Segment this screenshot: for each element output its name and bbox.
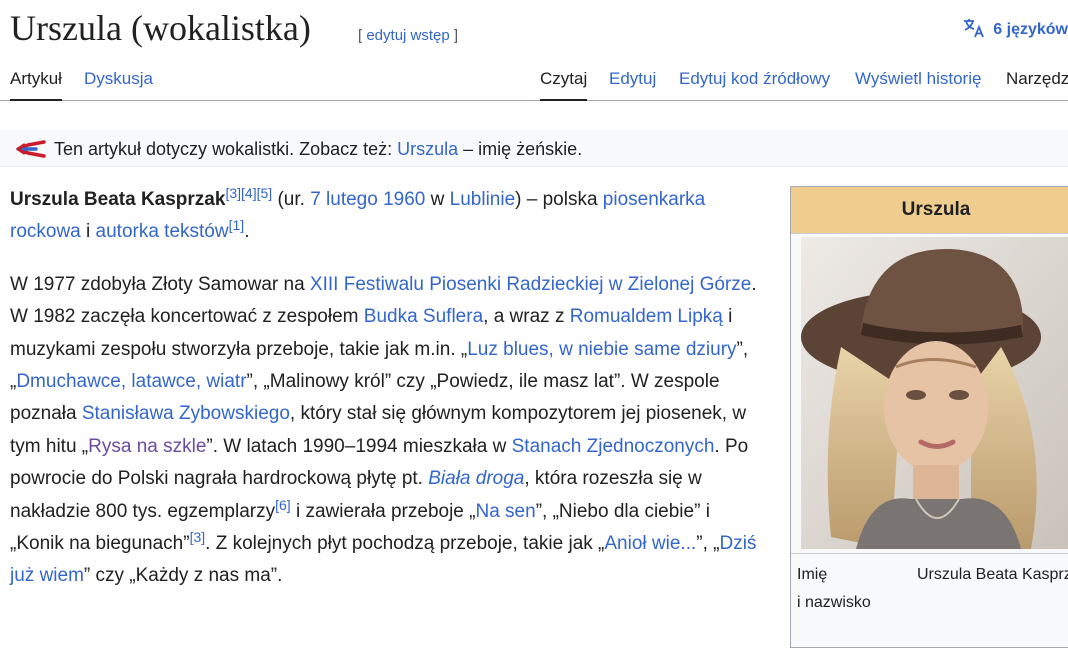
- translate-icon: [964, 19, 985, 38]
- article-body: Urszula Beata Kasprzak[3][4][5] (ur. 7 l…: [10, 184, 768, 613]
- label-line: i nazwisko: [797, 594, 871, 611]
- language-button[interactable]: 6 języków: [963, 18, 1068, 39]
- page-tabs: Artykuł Dyskusja Czytaj Edytuj Edytuj ko…: [0, 56, 1068, 101]
- hatnote-after: – imię żeńskie.: [458, 139, 583, 159]
- language-count: 6 języków: [993, 21, 1068, 38]
- text: . Z kolejnych płyt pochodzą przeboje, ta…: [205, 533, 605, 555]
- ref-link[interactable]: [3]: [190, 529, 206, 545]
- disambiguation-icon: [16, 140, 46, 158]
- bracket-close: ]: [449, 27, 459, 44]
- article-link[interactable]: Stanach Zjednoczonych: [512, 436, 715, 457]
- birth-city-link[interactable]: Lublinie: [450, 189, 516, 210]
- hatnote-before: Ten artykuł dotyczy wokalistki. Zobacz t…: [54, 139, 398, 159]
- text: ” czy „Każdy z nas ma”.: [83, 565, 283, 587]
- tab-history[interactable]: Wyświetl historię: [855, 56, 981, 100]
- article-link[interactable]: Rysa na szkle: [88, 436, 206, 457]
- tab-tools[interactable]: Narzędzia: [1006, 56, 1068, 100]
- ref-link[interactable]: [5]: [257, 185, 273, 201]
- text: w: [425, 189, 450, 210]
- article-link[interactable]: Budka Suflera: [364, 306, 483, 327]
- reference: [6]: [275, 497, 291, 513]
- reference: [3]: [190, 529, 206, 545]
- tab-read[interactable]: Czytaj: [540, 56, 588, 101]
- article-link[interactable]: Na sen: [475, 501, 535, 522]
- title-row: Urszula (wokalistka) [ edytuj wstęp ] 6 …: [10, 0, 1068, 56]
- article-link[interactable]: Luz blues, w niebie same dziury: [467, 339, 736, 360]
- ref-link[interactable]: [6]: [275, 497, 291, 513]
- article-link[interactable]: Stanisława Zybowskiego: [82, 403, 290, 424]
- tab-edit[interactable]: Edytuj: [609, 56, 656, 100]
- edit-intro-section: [ edytuj wstęp ]: [358, 27, 458, 44]
- hatnote-link[interactable]: Urszula: [397, 139, 458, 159]
- hatnote: Ten artykuł dotyczy wokalistki. Zobacz t…: [0, 130, 1068, 167]
- article-link[interactable]: Dmuchawce, latawce, wiatr: [16, 371, 246, 392]
- tab-discussion[interactable]: Dyskusja: [84, 56, 153, 100]
- ref-link[interactable]: [4]: [241, 185, 257, 201]
- text: i zawierała przeboje „: [290, 500, 476, 522]
- text: i: [80, 221, 96, 243]
- ref-link[interactable]: [3]: [225, 185, 241, 201]
- subject-name: Urszula Beata Kasprzak: [10, 189, 226, 210]
- article-link[interactable]: Anioł wie...: [604, 533, 696, 554]
- reference: [3][4][5]: [225, 185, 272, 201]
- birth-date-link[interactable]: 7 lutego 1960: [310, 189, 425, 210]
- album-link[interactable]: Biała droga: [428, 468, 524, 489]
- lyricist-link[interactable]: autorka tekstów: [96, 221, 229, 242]
- text: (ur.: [272, 189, 311, 210]
- infobox-value-name: Urszula Beata Kasprzak: [917, 566, 1068, 583]
- text: .: [244, 221, 250, 243]
- paragraph-2: W 1977 zdobyła Złoty Samowar na XIII Fes…: [10, 269, 768, 593]
- article-link[interactable]: Romualdem Lipką: [570, 306, 723, 327]
- text: ) – polska: [515, 189, 603, 210]
- label-line: Imię: [797, 566, 828, 583]
- article-link[interactable]: XIII Festiwalu Piosenki Radzieckiej w Zi…: [310, 274, 751, 295]
- portrait-photo[interactable]: [801, 237, 1068, 549]
- infobox-label-name: Imię i nazwisko: [797, 561, 871, 617]
- tab-edit-source[interactable]: Edytuj kod źródłowy: [679, 56, 830, 100]
- ref-link[interactable]: [1]: [229, 217, 245, 233]
- text: ”. W latach 1990–1994 mieszkała w: [206, 435, 512, 457]
- edit-intro-link[interactable]: edytuj wstęp: [366, 27, 449, 44]
- page-title: Urszula (wokalistka): [10, 8, 311, 48]
- paragraph-1: Urszula Beata Kasprzak[3][4][5] (ur. 7 l…: [10, 184, 768, 249]
- text: ”, „: [696, 533, 720, 555]
- infobox-title: Urszula: [791, 187, 1068, 234]
- tab-article[interactable]: Artykuł: [10, 56, 62, 101]
- hatnote-text: Ten artykuł dotyczy wokalistki. Zobacz t…: [54, 130, 582, 168]
- text: W 1977 zdobyła Złoty Samowar na: [10, 273, 310, 295]
- infobox: Urszula Imię i nazwisko Urszula Beata Ka…: [790, 186, 1068, 648]
- text: , a wraz z: [483, 306, 570, 328]
- infobox-separator: [791, 553, 1068, 554]
- reference: [1]: [229, 217, 245, 233]
